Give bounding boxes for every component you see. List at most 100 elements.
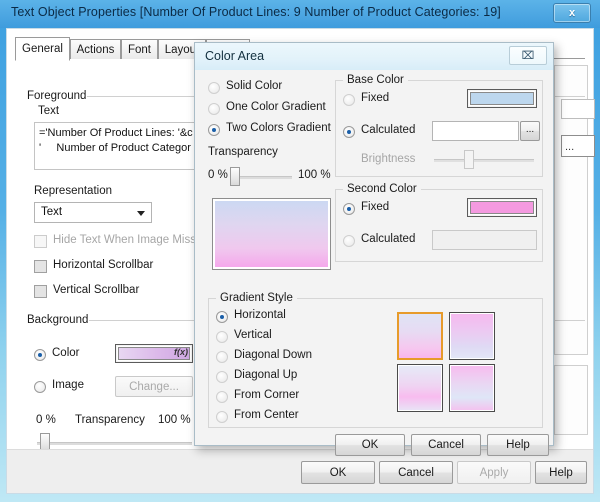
- radio-label: Horizontal: [234, 309, 286, 321]
- color-area-help-label: Help: [506, 439, 530, 451]
- base-color-browse-button[interactable]: ...: [520, 121, 540, 141]
- radio-mark: [208, 103, 220, 115]
- close-icon[interactable]: x: [553, 3, 591, 23]
- representation-label: Representation: [34, 185, 112, 197]
- checkbox-box: [34, 260, 47, 273]
- radio-mark: [34, 381, 46, 393]
- foreground-group-label: Foreground: [27, 90, 92, 102]
- radio-mark: [216, 311, 228, 323]
- representation-value: Text: [41, 206, 63, 218]
- checkbox-box: [34, 285, 47, 298]
- ok-button[interactable]: OK: [301, 461, 375, 484]
- apply-button[interactable]: Apply: [457, 461, 531, 484]
- radio-label: Calculated: [361, 124, 416, 136]
- restore-icon-glyph: ⌧: [521, 50, 535, 62]
- radio-label: Calculated: [361, 233, 416, 245]
- thumb-vertical-fill: [451, 314, 493, 358]
- thumb-diagonal-up-fill: [451, 366, 493, 410]
- checkbox-label: Hide Text When Image Missing: [53, 234, 212, 246]
- transparency-label: Transparency: [75, 414, 145, 426]
- second-color-swatch: [470, 201, 534, 214]
- checkbox-label: Horizontal Scrollbar: [53, 259, 154, 271]
- restore-icon[interactable]: ⌧: [509, 46, 547, 65]
- base-color-panel-title: Base Color: [343, 74, 408, 86]
- ca-transparency-slider-thumb[interactable]: [230, 167, 240, 186]
- close-icon-glyph: x: [568, 7, 576, 19]
- brightness-slider-thumb[interactable]: [464, 150, 474, 169]
- radio-mark: [208, 82, 220, 94]
- radio-mark: [216, 411, 228, 423]
- application-window: Text Object Properties [Number Of Produc…: [0, 0, 600, 502]
- checkbox-box: [34, 235, 47, 248]
- radio-label: Solid Color: [226, 80, 283, 92]
- thumb-diagonal-down[interactable]: [397, 364, 443, 412]
- transparency-slider-track[interactable]: [37, 442, 192, 445]
- window-titlebar: Text Object Properties [Number Of Produc…: [0, 0, 600, 28]
- tab-general[interactable]: General: [15, 37, 70, 61]
- background-ellipsis-fragment: ...: [565, 141, 575, 153]
- radio-mark: [216, 331, 228, 343]
- base-color-swatch-button[interactable]: [467, 89, 537, 108]
- thumb-diagonal-up[interactable]: [449, 364, 495, 412]
- tab-font-label: Font: [127, 43, 151, 56]
- color-area-titlebar: Color Area ⌧: [195, 43, 553, 70]
- radio-mark: [343, 235, 355, 247]
- base-color-browse-label: ...: [525, 123, 535, 135]
- brightness-slider-track[interactable]: [434, 159, 534, 162]
- thumb-horizontal-fill: [399, 314, 441, 358]
- radio-mark: [208, 124, 220, 136]
- gradient-style-panel-title: Gradient Style: [216, 292, 297, 304]
- chevron-down-icon: [137, 211, 145, 216]
- radio-label: Two Colors Gradient: [226, 122, 331, 134]
- change-image-label: Change...: [129, 380, 179, 393]
- radio-label: From Center: [234, 409, 299, 421]
- checkbox-label: Vertical Scrollbar: [53, 284, 140, 296]
- base-color-calculated-input[interactable]: [432, 121, 519, 141]
- radio-label: Diagonal Up: [234, 369, 298, 381]
- radio-mark: [343, 126, 355, 138]
- thumb-vertical[interactable]: [449, 312, 495, 360]
- second-color-swatch-button[interactable]: [467, 198, 537, 217]
- tab-font[interactable]: Font: [121, 39, 158, 59]
- thumb-horizontal[interactable]: [397, 312, 443, 360]
- ca-transparency-min: 0 %: [208, 169, 228, 181]
- radio-label: One Color Gradient: [226, 101, 326, 113]
- transparency-max-label: 100 %: [158, 414, 191, 426]
- color-area-dialog: Color Area ⌧ Solid Color One Color Gradi…: [194, 42, 554, 456]
- representation-select[interactable]: Text: [34, 202, 152, 223]
- radio-label: Diagonal Down: [234, 349, 312, 361]
- window-title: Text Object Properties [Number Of Produc…: [11, 5, 501, 19]
- color-area-ok-button[interactable]: OK: [335, 434, 405, 456]
- background-group-label: Background: [27, 314, 94, 326]
- help-button-label: Help: [549, 466, 573, 479]
- radio-label: Image: [52, 379, 84, 391]
- help-button[interactable]: Help: [535, 461, 587, 484]
- radio-mark: [343, 203, 355, 215]
- ca-transparency-max: 100 %: [298, 169, 331, 181]
- radio-mark: [34, 349, 46, 361]
- cancel-button[interactable]: Cancel: [379, 461, 453, 484]
- background-color-swatch-button[interactable]: f(x): [115, 344, 193, 363]
- color-area-cancel-label: Cancel: [428, 439, 464, 451]
- radio-mark: [216, 371, 228, 383]
- radio-label: Fixed: [361, 201, 390, 213]
- gradient-preview: [212, 198, 331, 270]
- brightness-label: Brightness: [361, 153, 416, 165]
- color-area-cancel-button[interactable]: Cancel: [411, 434, 481, 456]
- second-color-calculated-input[interactable]: [432, 230, 537, 250]
- tab-actions[interactable]: Actions: [70, 39, 121, 59]
- radio-label: Color: [52, 347, 80, 359]
- base-color-swatch: [470, 92, 534, 105]
- background-field-fragment-1: [561, 99, 595, 119]
- change-image-button[interactable]: Change...: [115, 376, 193, 397]
- second-color-panel-title: Second Color: [343, 183, 421, 195]
- background-panel-fragment-2: [554, 365, 588, 435]
- formula-indicator: f(x): [174, 347, 188, 357]
- thumb-diagonal-down-fill: [399, 366, 441, 410]
- color-area-ok-label: OK: [361, 439, 379, 451]
- text-formula-input[interactable]: [34, 122, 196, 170]
- gradient-preview-fill: [215, 201, 328, 267]
- color-area-help-button[interactable]: Help: [487, 434, 549, 456]
- radio-mark: [216, 391, 228, 403]
- radio-label: Fixed: [361, 92, 390, 104]
